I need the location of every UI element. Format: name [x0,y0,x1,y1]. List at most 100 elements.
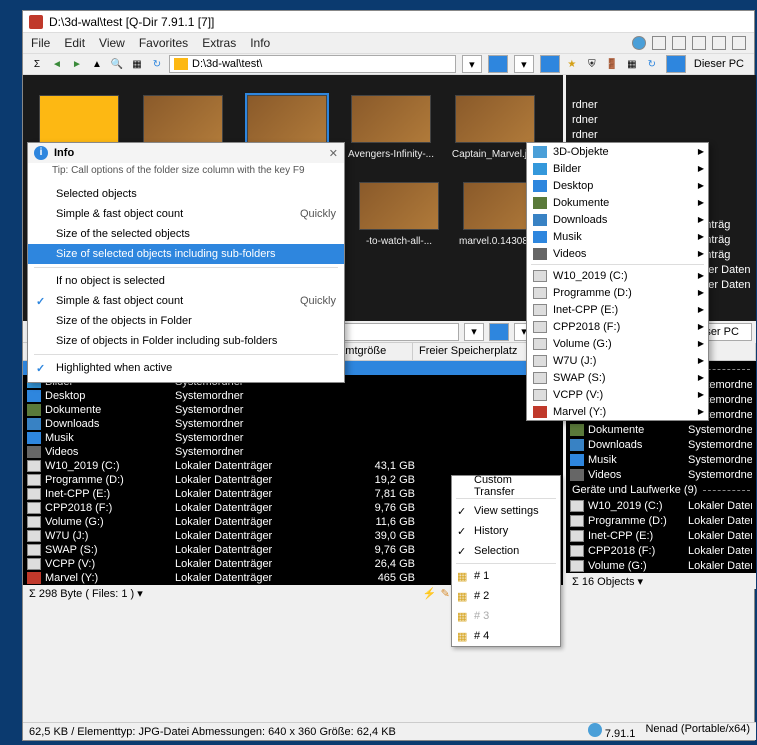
menu-item[interactable]: Selected objects [28,184,344,204]
main-toolbar: Σ ◄ ► ▲ 🔍 ▦ ↻ D:\3d-wal\test\ ▾ ▾ ★ ⛨ 🚪 … [23,53,754,75]
list-row[interactable]: DownloadsSystemordner [23,417,563,431]
list-row[interactable]: rdner [566,127,756,142]
forward-icon[interactable]: ► [69,56,85,72]
star-icon[interactable]: ★ [564,56,580,72]
menu-item[interactable]: ✓Size of selected objects including sub-… [28,244,344,264]
dropdown-item[interactable]: Programme (D:)▶ [527,284,708,301]
refresh2-icon[interactable]: ↻ [644,56,660,72]
lightning-icon[interactable]: ⚡ [423,587,437,600]
monitor-icon[interactable] [666,55,686,73]
thumbnail[interactable]: Avengers-Infinity-... [347,95,435,162]
context-item[interactable]: ✓View settings [452,501,560,521]
split-btn[interactable]: ▾ [514,55,534,73]
list-row[interactable]: W10_2019 (C:)Lokaler Datenträger43,1 GB [23,459,563,473]
up-icon[interactable]: ▲ [89,56,105,72]
info-tip: Tip: Call options of the folder size col… [28,163,344,180]
menu-item[interactable]: Size of the objects in Folder [28,311,344,331]
list-row[interactable]: rdner [566,97,756,112]
dropdown-item[interactable]: SWAP (S:)▶ [527,369,708,386]
menu-edit[interactable]: Edit [64,36,85,50]
layout-icon-5[interactable] [732,36,746,50]
dropdown-item[interactable]: CPP2018 (F:)▶ [527,318,708,335]
address-bar[interactable]: D:\3d-wal\test\ [169,55,456,73]
layout-icon[interactable]: ▦ [624,56,640,72]
dropdown-item[interactable]: W7U (J:)▶ [527,352,708,369]
menu-file[interactable]: File [31,36,50,50]
group-header[interactable]: Geräte und Laufwerke (9) [566,482,756,498]
dropdown-item[interactable]: Volume (G:)▶ [527,335,708,352]
sigma-icon[interactable]: Σ [29,56,45,72]
list-row[interactable]: DokumenteSystemordner [23,403,563,417]
thumb-image [143,95,223,143]
list-row[interactable]: Programme (D:)Lokaler Datenträg [566,513,756,528]
item-icon [533,304,547,316]
favorites-icon[interactable]: ⛨ [584,56,600,72]
list-row[interactable]: rdner [566,112,756,127]
list-row[interactable]: DesktopSystemordner [23,389,563,403]
context-item: ▦# 3 [452,606,560,626]
list-row[interactable]: MusikSystemordner [23,431,563,445]
layout-icon-2[interactable] [672,36,686,50]
thumb-caption: -to-watch-all-... [355,236,443,247]
menu-item[interactable]: ✓Simple & fast object countQuickly [28,291,344,311]
refresh-icon[interactable]: ↻ [149,56,165,72]
dropdown-item[interactable]: Marvel (Y:)▶ [527,403,708,420]
dropdown-btn[interactable]: ▾ [462,55,482,73]
context-item[interactable]: ✓History [452,521,560,541]
dropdown-item[interactable]: Inet-CPP (E:)▶ [527,301,708,318]
dropdown-item[interactable]: VCPP (V:)▶ [527,386,708,403]
globe-icon[interactable] [632,36,646,50]
door-icon[interactable]: 🚪 [604,56,620,72]
row-icon [27,572,41,584]
menu-extras[interactable]: Extras [202,36,236,50]
context-item[interactable]: Custom Transfer [452,476,560,496]
row-icon [27,544,41,556]
menu-item[interactable]: Size of objects in Folder including sub-… [28,331,344,351]
layout-icon-3[interactable] [692,36,706,50]
dropdown-item[interactable]: Downloads▶ [527,211,708,228]
list-row[interactable]: VideosSystemordner [23,445,563,459]
context-item[interactable]: ▦# 1 [452,566,560,586]
menu-item[interactable]: Simple & fast object countQuickly [28,204,344,224]
blue-btn-2[interactable] [540,55,560,73]
list-row[interactable]: DokumenteSystemordner [566,422,756,437]
dropdown-btn[interactable]: ▾ [464,323,484,341]
layout-icon-4[interactable] [712,36,726,50]
dropdown-item[interactable]: Dokumente▶ [527,194,708,211]
layout-icon-1[interactable] [652,36,666,50]
chevron-right-icon: ▶ [698,181,704,190]
menu-item[interactable]: If no object is selected [28,271,344,291]
dropdown-item[interactable]: Videos▶ [527,245,708,262]
back-icon[interactable]: ◄ [49,56,65,72]
menu-view[interactable]: View [99,36,125,50]
blue-btn-1[interactable] [488,55,508,73]
list-row[interactable]: VideosSystemordner [566,467,756,482]
menu-info[interactable]: Info [250,36,270,50]
thumbnail[interactable]: -to-watch-all-... [355,182,443,247]
blue-btn[interactable] [489,323,509,341]
menu-item[interactable]: Size of the selected objects [28,224,344,244]
dropdown-item[interactable]: W10_2019 (C:)▶ [527,267,708,284]
menu-favorites[interactable]: Favorites [139,36,188,50]
list-row[interactable]: DownloadsSystemordner [566,437,756,452]
menu-item[interactable]: ✓Highlighted when active [28,358,344,378]
close-icon[interactable]: ✕ [329,147,338,160]
dropdown-item[interactable]: 3D-Objekte▶ [527,143,708,160]
list-row[interactable]: CPP2018 (F:)Lokaler Datenträg [566,543,756,558]
info-popup: i Info ✕ Tip: Call options of the folder… [27,142,345,383]
list-row[interactable]: MusikSystemordner [566,452,756,467]
context-item[interactable]: ▦# 4 [452,626,560,646]
list-row[interactable]: Volume (G:)Lokaler Datenträg [566,558,756,573]
dropdown-item[interactable]: Bilder▶ [527,160,708,177]
dropdown-item[interactable]: Desktop▶ [527,177,708,194]
dropdown-item[interactable]: Musik▶ [527,228,708,245]
row-icon [27,418,41,430]
grid-icon[interactable]: ▦ [129,56,145,72]
context-item[interactable]: ▦# 2 [452,586,560,606]
chevron-right-icon: ▶ [698,249,704,258]
pencil-icon[interactable]: ✎ [441,587,450,600]
context-item[interactable]: ✓Selection [452,541,560,561]
list-row[interactable]: W10_2019 (C:)Lokaler Datenträg [566,498,756,513]
search-icon[interactable]: 🔍 [109,56,125,72]
list-row[interactable]: Inet-CPP (E:)Lokaler Datenträg [566,528,756,543]
